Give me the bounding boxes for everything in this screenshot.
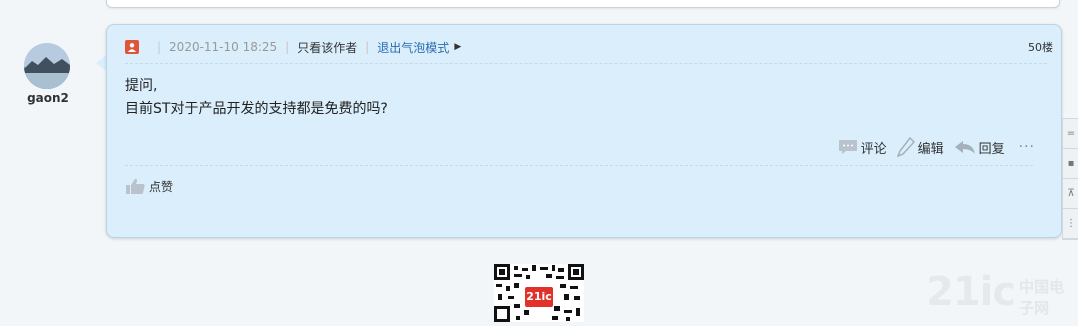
- watermark-site-name: 中国电子网: [1019, 278, 1065, 317]
- side-tool-top-icon[interactable]: ⊼: [1063, 179, 1078, 209]
- comment-label: 评论: [860, 141, 887, 157]
- post-actions: 评论 编辑 回复 ···: [828, 137, 1035, 157]
- content-line: 提问,: [125, 78, 158, 94]
- separator: |: [365, 40, 370, 54]
- bubble-tail: [96, 55, 106, 71]
- user-icon[interactable]: [125, 40, 139, 54]
- side-tool-more-icon[interactable]: ⋮: [1063, 209, 1078, 239]
- divider: [125, 63, 1047, 64]
- divider: [125, 165, 1033, 166]
- pencil-icon: [896, 137, 915, 157]
- avatar[interactable]: [24, 43, 70, 89]
- floor-number[interactable]: 50楼: [1028, 39, 1053, 55]
- thumbs-up-icon: [126, 178, 145, 194]
- post-meta: | 2020-11-10 18:25 | 只看该作者 | 退出气泡模式 ▶ 50…: [125, 39, 1061, 55]
- more-icon[interactable]: ···: [1019, 139, 1035, 155]
- separator: |: [285, 40, 290, 54]
- site-watermark: 21ic 中国电子网: [926, 272, 1078, 318]
- watermark-logo: 21ic: [926, 269, 1016, 315]
- side-tool-list-icon[interactable]: =: [1063, 119, 1078, 149]
- post-content: 提问, 目前ST对于产品开发的支持都是免费的吗?: [125, 75, 388, 121]
- only-author-link[interactable]: 只看该作者: [297, 39, 357, 56]
- side-tool-comment-icon[interactable]: ▪: [1063, 149, 1078, 179]
- like-label: 点赞: [149, 179, 174, 194]
- reply-icon: [954, 141, 975, 154]
- username[interactable]: gaon2: [18, 91, 78, 105]
- side-toolbar: = ▪ ⊼ ⋮: [1062, 118, 1078, 240]
- post-bubble: | 2020-11-10 18:25 | 只看该作者 | 退出气泡模式 ▶ 50…: [106, 24, 1062, 238]
- qr-code: 21ic: [494, 264, 584, 322]
- previous-post-bubble: [106, 0, 1060, 8]
- edit-button[interactable]: 编辑: [896, 137, 944, 157]
- comment-icon: [838, 140, 857, 154]
- qr-logo: 21ic: [526, 290, 552, 303]
- comment-button[interactable]: 评论: [838, 138, 887, 157]
- caret-right-icon[interactable]: ▶: [454, 42, 461, 52]
- content-line: 目前ST对于产品开发的支持都是免费的吗?: [125, 101, 388, 117]
- post-date: 2020-11-10 18:25: [169, 40, 278, 54]
- reply-label: 回复: [978, 141, 1005, 157]
- reply-button[interactable]: 回复: [954, 138, 1005, 157]
- separator: |: [157, 40, 162, 54]
- exit-bubble-mode-link[interactable]: 退出气泡模式: [377, 39, 449, 56]
- edit-label: 编辑: [917, 141, 944, 157]
- like-button[interactable]: 点赞: [125, 177, 173, 195]
